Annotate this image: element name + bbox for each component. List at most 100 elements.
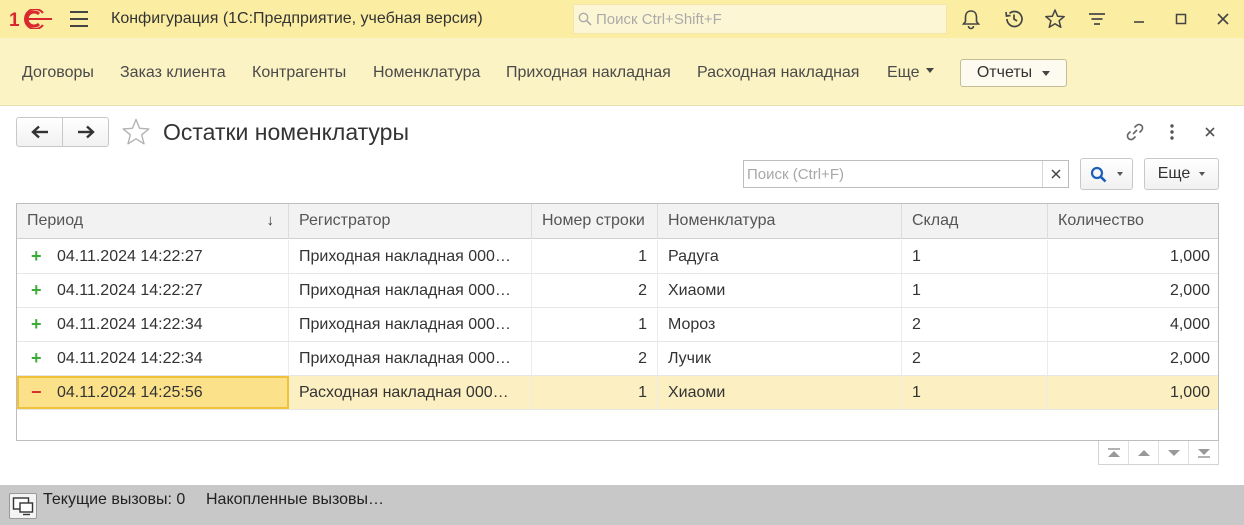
cell-quantity: 2,000 [1169, 282, 1210, 299]
cell-registrator: Приходная накладная 000… [289, 274, 532, 307]
cell-registrator: Приходная накладная 000… [289, 240, 532, 273]
column-header-label: Период [27, 212, 84, 229]
close-form-icon[interactable] [1199, 121, 1221, 143]
chevron-down-icon [1167, 449, 1180, 456]
minimize-icon[interactable] [1128, 8, 1150, 30]
close-icon[interactable] [1212, 8, 1234, 30]
main-menu-icon[interactable] [70, 11, 88, 27]
scroll-bottom-button[interactable] [1188, 441, 1218, 464]
arrow-left-icon [30, 125, 48, 139]
app-title: Конфигурация (1С:Предприятие, учебная ве… [111, 10, 483, 27]
period-value: 04.11.2024 14:22:27 [57, 248, 203, 265]
section-panel: Договоры Заказ клиента Контрагенты Номен… [0, 38, 1244, 106]
scroll-up-button[interactable] [1128, 441, 1158, 464]
global-search-input[interactable] [596, 10, 936, 28]
cell-quantity: 2,000 [1169, 350, 1210, 367]
bell-icon[interactable] [960, 8, 982, 30]
table-row[interactable]: + 04.11.2024 14:22:34 Приходная накладна… [17, 308, 1218, 342]
cell-quantity: 1,000 [1169, 248, 1210, 265]
chevron-down-icon [1117, 172, 1123, 176]
receipt-plus-icon: + [31, 348, 42, 368]
history-icon[interactable] [1003, 8, 1025, 30]
table-row[interactable]: + 04.11.2024 14:22:27 Приходная накладна… [17, 274, 1218, 308]
global-search[interactable] [573, 4, 947, 34]
status-bar: Текущие вызовы: 0 Накопленные вызовы… [0, 485, 1244, 525]
favorite-star-icon[interactable] [121, 118, 151, 146]
clear-search-button[interactable] [1042, 161, 1068, 187]
column-header-warehouse[interactable]: Склад [902, 204, 1048, 239]
balance-table: Период ↓ Регистратор Номер строки Номенк… [16, 203, 1219, 441]
cell-period: + 04.11.2024 14:22:27 [17, 274, 289, 307]
scroll-down-button[interactable] [1158, 441, 1188, 464]
first-page-icon [1107, 447, 1120, 457]
table-pager [1098, 441, 1219, 465]
table-header: Период ↓ Регистратор Номер строки Номенк… [17, 204, 1218, 239]
column-header-line-number[interactable]: Номер строки [532, 204, 658, 239]
history-nav [16, 117, 109, 147]
cell-nomenclature: Лучик [658, 342, 902, 375]
nav-more-menu[interactable]: Еще [887, 64, 934, 82]
title-bar: 1 Конфигурация (1С:Предприятие, учебная … [0, 0, 1244, 38]
column-header-period[interactable]: Период ↓ [17, 204, 289, 239]
chevron-down-icon [925, 68, 934, 74]
cell-nomenclature: Хиаоми [658, 274, 902, 307]
cell-nomenclature: Радуга [658, 240, 902, 273]
column-header-nomenclature[interactable]: Номенклатура [658, 204, 902, 239]
star-icon[interactable] [1044, 8, 1066, 30]
receipt-plus-icon: + [31, 246, 42, 266]
cell-nomenclature: Мороз [658, 308, 902, 341]
nav-item-nomenclature[interactable]: Номенклатура [373, 64, 480, 82]
cell-line-number: 2 [532, 342, 658, 375]
form-search [743, 160, 1069, 188]
table-row[interactable]: + 04.11.2024 14:22:27 Приходная накладна… [17, 240, 1218, 274]
chevron-down-icon [1199, 172, 1206, 176]
link-icon[interactable] [1124, 121, 1146, 143]
search-input[interactable] [744, 161, 1042, 187]
nav-item-receipt-invoice[interactable]: Приходная накладная [506, 64, 671, 82]
nav-item-contracts[interactable]: Договоры [22, 64, 94, 82]
more-vertical-icon[interactable] [1161, 121, 1183, 143]
maximize-icon[interactable] [1170, 8, 1192, 30]
page-title: Остатки номенклатуры [163, 119, 409, 145]
nav-item-counterparties[interactable]: Контрагенты [252, 64, 346, 82]
filter-icon[interactable] [1086, 8, 1108, 30]
server-calls-button[interactable] [9, 493, 37, 519]
cell-period: + 04.11.2024 14:22:34 [17, 308, 289, 341]
cell-warehouse: 1 [902, 376, 1048, 409]
table-row[interactable]: + 04.11.2024 14:22:34 Приходная накладна… [17, 342, 1218, 376]
expense-minus-icon: − [31, 382, 42, 402]
cell-warehouse: 1 [902, 240, 1048, 273]
forward-button[interactable] [62, 118, 108, 146]
column-header-registrator[interactable]: Регистратор [289, 204, 532, 239]
accumulated-calls-text[interactable]: Накопленные вызовы… [206, 491, 384, 509]
cell-quantity: 4,000 [1169, 316, 1210, 333]
reports-label: Отчеты [976, 64, 1033, 81]
last-page-icon [1197, 448, 1210, 458]
svg-text:1: 1 [9, 10, 20, 29]
cell-warehouse: 1 [902, 274, 1048, 307]
cell-registrator: Приходная накладная 000… [289, 342, 532, 375]
column-header-quantity[interactable]: Количество [1048, 204, 1218, 239]
arrow-right-icon [77, 125, 95, 139]
cell-period: − 04.11.2024 14:25:56 [17, 376, 289, 409]
monitor-icon [12, 497, 34, 516]
nav-item-expense-invoice[interactable]: Расходная накладная [697, 64, 859, 82]
more-label: Еще [1157, 165, 1191, 182]
back-button[interactable] [17, 118, 62, 146]
chevron-down-icon [1042, 70, 1051, 76]
cell-warehouse: 2 [902, 342, 1048, 375]
cell-line-number: 1 [532, 308, 658, 341]
cell-nomenclature: Хиаоми [658, 376, 902, 409]
search-icon [578, 12, 592, 26]
scroll-top-button[interactable] [1099, 441, 1128, 464]
more-button[interactable]: Еще [1144, 158, 1219, 190]
cell-line-number: 1 [532, 376, 658, 409]
table-row-selected[interactable]: − 04.11.2024 14:25:56 Расходная накладна… [17, 376, 1218, 410]
period-value: 04.11.2024 14:25:56 [57, 384, 203, 401]
reports-button[interactable]: Отчеты [960, 59, 1067, 87]
cell-period: + 04.11.2024 14:22:34 [17, 342, 289, 375]
cell-line-number: 1 [532, 240, 658, 273]
cell-period: + 04.11.2024 14:22:27 [17, 240, 289, 273]
search-button[interactable] [1080, 158, 1133, 190]
nav-item-customer-order[interactable]: Заказ клиента [120, 64, 226, 82]
